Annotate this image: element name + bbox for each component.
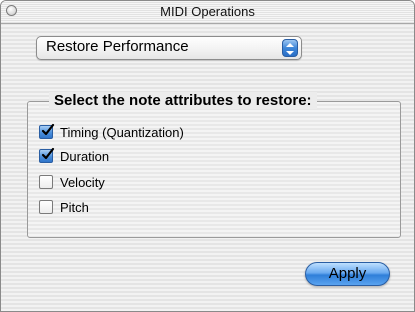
checkbox-checked-icon[interactable] [39, 123, 55, 139]
pitch-checkbox[interactable]: Pitch [39, 198, 89, 216]
checkbox-unchecked-icon[interactable] [39, 200, 53, 214]
title-bar[interactable]: MIDI Operations [1, 1, 414, 24]
velocity-checkbox-label: Velocity [60, 174, 105, 190]
pitch-checkbox-label: Pitch [60, 199, 89, 215]
checkbox-unchecked-icon[interactable] [39, 175, 53, 189]
timing-checkbox[interactable]: Timing (Quantization) [39, 123, 184, 141]
operation-popup-label: Restore Performance [46, 38, 189, 55]
midi-operations-window: MIDI Operations Restore Performance Sele… [0, 0, 415, 312]
note-attributes-group [27, 101, 401, 238]
timing-checkbox-label: Timing (Quantization) [60, 124, 184, 140]
checkbox-checked-icon[interactable] [39, 147, 55, 163]
apply-button[interactable]: Apply [305, 262, 390, 286]
duration-checkbox[interactable]: Duration [39, 147, 109, 165]
velocity-checkbox[interactable]: Velocity [39, 173, 105, 191]
window-title: MIDI Operations [160, 4, 255, 19]
note-attributes-group-title: Select the note attributes to restore: [49, 92, 317, 109]
operation-popup[interactable]: Restore Performance [36, 36, 302, 60]
up-down-arrows-icon [282, 39, 298, 57]
duration-checkbox-label: Duration [60, 148, 110, 164]
